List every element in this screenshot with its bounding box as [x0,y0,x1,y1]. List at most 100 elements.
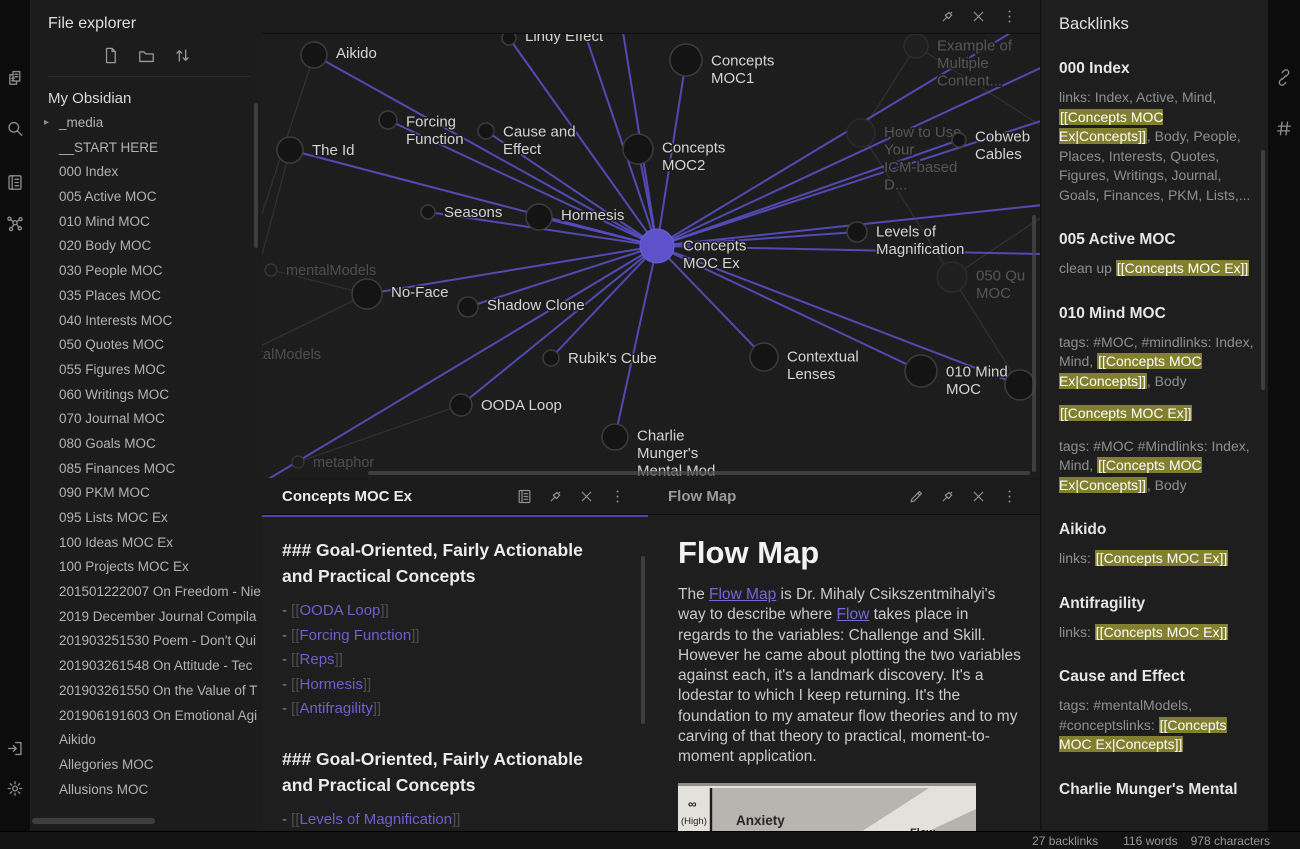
file-tree-item[interactable]: 100 Ideas MOC Ex [30,531,262,556]
internal-link[interactable]: OODA Loop [300,602,381,619]
concepts-vertical-scrollbar[interactable] [641,556,645,724]
file-tree-item[interactable]: 201903261550 On the Value of T [30,679,262,704]
file-tree-item[interactable]: 005 Active MOC [30,185,262,210]
file-tree-item[interactable]: 201501222007 On Freedom - Nie [30,580,262,605]
new-folder-icon[interactable] [137,46,156,65]
concepts-note-editor[interactable]: ### Goal-Oriented, Fairly Actionable and… [262,517,648,832]
sort-order-icon[interactable] [173,46,192,65]
collapse-arrow-icon[interactable]: ▸ [44,111,49,136]
file-tree-item[interactable]: Allusions MOC [30,778,262,803]
file-tree-item[interactable]: 100 Projects MOC Ex [30,555,262,580]
graph-node-cobweb[interactable] [952,133,966,147]
graph-node-levels[interactable] [847,222,867,242]
graph-node-aikido[interactable] [301,42,327,68]
backlink-file-heading[interactable]: 005 Active MOC [1059,231,1258,249]
file-tree-item[interactable]: 050 Quotes MOC [30,333,262,358]
graph-node-metaphor[interactable] [292,456,304,468]
file-tree-item[interactable]: 055 Figures MOC [30,358,262,383]
file-tree-item[interactable]: 201903251530 Poem - Don't Qui [30,629,262,654]
concepts-pane-header[interactable]: Concepts MOC Ex [262,478,648,515]
file-list-vertical-scrollbar[interactable] [254,103,258,248]
file-tree-item[interactable]: 201906191603 On Emotional Agi [30,704,262,729]
backlink-file-heading[interactable]: Charlie Munger's Mental [1059,781,1258,799]
file-tree-item[interactable]: 040 Interests MOC [30,309,262,334]
flow-channel-diagram-image[interactable]: ∞ (High) Anxiety Flow Channel [678,783,976,832]
backlink-match[interactable]: clean up [[Concepts MOC Ex]] [1059,259,1259,279]
graph-node-howto[interactable] [847,119,875,147]
graph-node-context[interactable] [750,343,778,371]
file-list-horizontal-scrollbar[interactable] [32,818,155,824]
flow-pane-header[interactable]: Flow Map [648,478,1040,515]
graph-node-example[interactable] [904,34,928,58]
backlinks-vertical-scrollbar[interactable] [1261,150,1265,390]
backlink-file-heading[interactable]: Aikido [1059,521,1258,539]
file-tree-item[interactable]: 070 Journal MOC [30,407,262,432]
file-tree-item[interactable]: 085 Finances MOC [30,457,262,482]
graph-view-icon[interactable] [6,214,25,233]
file-tree-item[interactable]: 000 Index [30,160,262,185]
open-vault-icon[interactable] [6,739,25,758]
settings-gear-icon[interactable] [6,779,25,798]
file-tree-folder[interactable]: ▸_media [30,111,262,136]
graph-node-moc1[interactable] [670,44,702,76]
graph-vertical-scrollbar[interactable] [1032,215,1036,472]
close-icon[interactable] [578,488,595,505]
graph-node-cause[interactable] [478,123,494,139]
internal-link[interactable]: Reps [300,651,335,668]
internal-link[interactable]: Forcing Function [300,627,412,644]
internal-link[interactable]: Antifragility [300,700,373,717]
backlink-match[interactable]: links: [[Concepts MOC Ex]] [1059,549,1259,569]
file-tree-item[interactable]: Aikido [30,728,262,753]
graph-node-clipright[interactable] [1005,370,1035,400]
more-options-icon[interactable] [1001,488,1018,505]
files-icon[interactable] [6,68,25,87]
backlink-count-status[interactable]: 27 backlinks [1032,834,1098,848]
graph-node-mind010[interactable] [905,355,937,387]
new-file-icon[interactable] [101,46,120,65]
backlink-file-heading[interactable]: Antifragility [1059,595,1258,613]
reading-view-icon[interactable] [516,488,533,505]
file-tree-item[interactable]: 020 Body MOC [30,234,262,259]
backlink-match[interactable]: links: Index, Active, Mind, [[Concepts M… [1059,88,1259,205]
file-tree-item[interactable]: 2019 December Journal Compila [30,605,262,630]
graph-node-charlie[interactable] [602,424,628,450]
local-graph-canvas[interactable]: Lindy EffectAikidoConceptsMOC1Example of… [262,0,1040,478]
file-tree-item[interactable]: 030 People MOC [30,259,262,284]
backlink-file-heading[interactable]: Cause and Effect [1059,668,1258,686]
daily-note-icon[interactable] [6,173,25,192]
tags-hash-icon[interactable] [1275,119,1294,138]
file-tree-item[interactable]: 060 Writings MOC [30,383,262,408]
file-tree-item[interactable]: 095 Lists MOC Ex [30,506,262,531]
backlink-match[interactable]: tags: #MOC #Mindlinks: Index, Mind, [[Co… [1059,437,1259,496]
file-tree-item[interactable]: 090 PKM MOC [30,481,262,506]
file-tree-item[interactable]: 201903261548 On Attitude - Tec [30,654,262,679]
close-icon[interactable] [970,8,987,25]
more-options-icon[interactable] [609,488,626,505]
file-tree-item[interactable]: 035 Places MOC [30,284,262,309]
graph-node-center[interactable] [640,229,674,263]
internal-link[interactable]: Hormesis [300,676,363,693]
graph-node-rubik[interactable] [543,350,559,366]
graph-node-theid[interactable] [277,137,303,163]
graph-node-ooda[interactable] [450,394,472,416]
close-icon[interactable] [970,488,987,505]
backlinks-link-icon[interactable] [1275,68,1294,87]
internal-link[interactable]: Flow Map [709,586,776,603]
file-tree-item[interactable]: __START HERE [30,136,262,161]
graph-node-shadow[interactable] [458,297,478,317]
backlink-match[interactable]: tags: #MOC, #mindlinks: Index, Mind, [[C… [1059,333,1259,392]
pin-icon[interactable] [939,488,956,505]
file-tree-item[interactable]: Allegories MOC [30,753,262,778]
backlink-match[interactable]: [[Concepts MOC Ex]] [1059,404,1259,424]
edit-pencil-icon[interactable] [908,488,925,505]
file-tree-item[interactable]: 080 Goals MOC [30,432,262,457]
pin-icon[interactable] [939,8,956,25]
graph-node-mm1[interactable] [265,264,277,276]
graph-node-noface[interactable] [352,279,382,309]
graph-node-forcing[interactable] [379,111,397,129]
pin-icon[interactable] [547,488,564,505]
backlink-match[interactable]: tags: #mentalModels, #conceptslinks: [[C… [1059,696,1259,755]
search-icon[interactable] [6,119,25,138]
graph-node-seasons[interactable] [421,205,435,219]
graph-node-q050[interactable] [937,262,967,292]
